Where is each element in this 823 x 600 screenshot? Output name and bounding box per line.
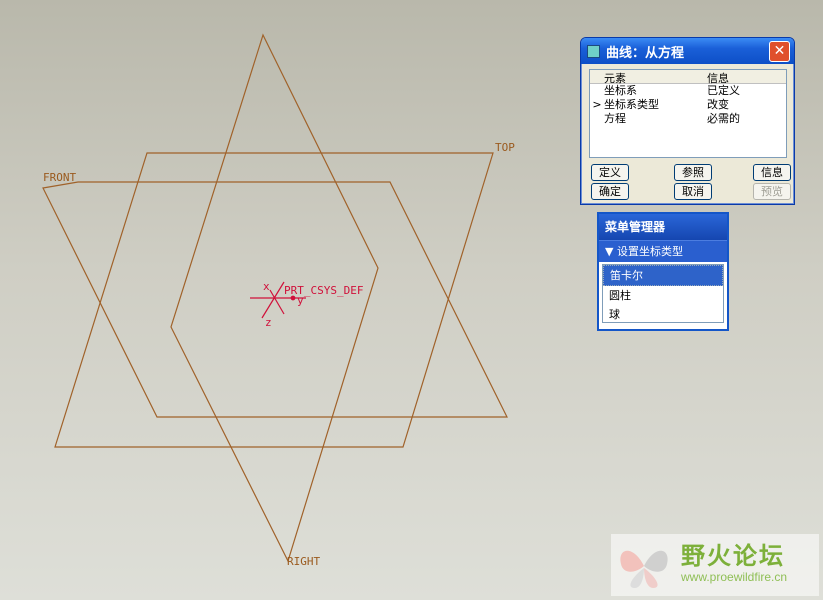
top-datum-plane[interactable] (54, 152, 494, 448)
front-plane-label: FRONT (43, 171, 76, 184)
cancel-button[interactable]: 取消 (674, 183, 712, 200)
csys-axis-y-label: y (297, 294, 304, 307)
ok-button[interactable]: 确定 (591, 183, 629, 200)
column-header-info[interactable]: 信息 (707, 70, 786, 85)
submenu-header[interactable]: ▼ 设置坐标类型 (599, 240, 727, 262)
row-element: 坐标系类型 (604, 98, 659, 111)
menu-item-spherical[interactable]: 球 (603, 305, 723, 324)
csys-axis-x-label: x (263, 280, 270, 293)
submenu-label: 设置坐标类型 (616, 245, 683, 258)
row-element: 方程 (604, 112, 626, 125)
window-icon (587, 44, 600, 58)
table-header: 元素 信息 (590, 70, 786, 85)
table-row[interactable]: > 坐标系类型 改变 (590, 98, 786, 112)
right-plane-label: RIGHT (287, 555, 320, 568)
site-watermark: 野火论坛 www.proewildfire.cn (611, 534, 819, 596)
row-marker: > (592, 98, 602, 111)
triangle-down-icon: ▼ (605, 245, 614, 258)
watermark-url: www.proewildfire.cn (681, 570, 788, 584)
menu-item-cylindrical[interactable]: 圆柱 (603, 286, 723, 305)
column-header-element[interactable]: 元素 (604, 70, 707, 85)
coord-type-list: 笛卡尔 圆柱 球 (602, 264, 724, 323)
preview-button[interactable]: 预览 (753, 183, 791, 200)
row-info: 改变 (707, 98, 729, 111)
row-marker (590, 84, 604, 98)
info-button[interactable]: 信息 (753, 164, 791, 181)
butterfly-logo-icon (620, 550, 668, 588)
menu-item-cartesian[interactable]: 笛卡尔 (603, 265, 723, 286)
row-info: 已定义 (707, 84, 740, 97)
top-plane-label: TOP (495, 141, 515, 154)
references-button[interactable]: 参照 (674, 164, 712, 181)
define-button[interactable]: 定义 (591, 164, 629, 181)
curve-from-equation-dialog: 曲线：从方程 ✕ 元素 信息 坐标系 已定义 > 坐标系类型 改变 方程 必需的… (580, 37, 795, 205)
csys-axis-z-label: z (265, 316, 272, 329)
csys-label: PRT_CSYS_DEF (284, 284, 363, 297)
row-info: 必需的 (707, 112, 740, 125)
dialog-titlebar[interactable]: 曲线：从方程 ✕ (581, 38, 794, 64)
table-row[interactable]: 坐标系 已定义 (590, 84, 786, 98)
element-table: 元素 信息 坐标系 已定义 > 坐标系类型 改变 方程 必需的 (589, 69, 787, 158)
row-element: 坐标系 (604, 84, 637, 97)
watermark-site-name: 野火论坛 (681, 542, 785, 570)
menu-manager: 菜单管理器 ▼ 设置坐标类型 笛卡尔 圆柱 球 (597, 212, 729, 331)
table-row[interactable]: 方程 必需的 (590, 112, 786, 126)
close-button[interactable]: ✕ (769, 41, 790, 62)
dialog-title: 曲线：从方程 (606, 45, 685, 61)
menu-manager-title: 菜单管理器 (599, 214, 727, 240)
row-marker (590, 112, 604, 126)
